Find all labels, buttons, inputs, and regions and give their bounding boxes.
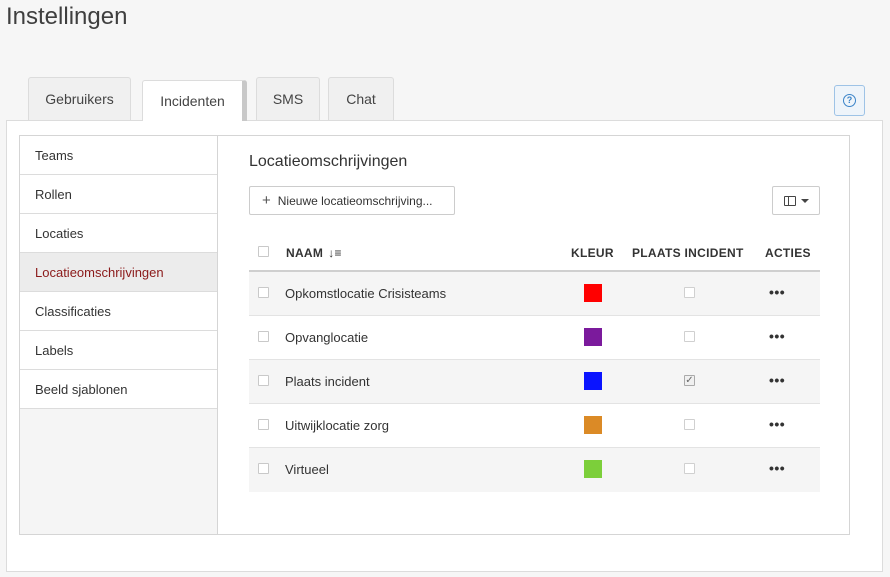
row-select-checkbox[interactable]	[258, 419, 269, 430]
sidebar-item-classificaties[interactable]: Classificaties	[20, 292, 217, 331]
table-row[interactable]: Opvanglocatie •••	[249, 316, 820, 360]
columns-dropdown-button[interactable]	[772, 186, 820, 215]
sidebar-item-rollen[interactable]: Rollen	[20, 175, 217, 214]
table-body: Opkomstlocatie Crisisteams ••• Opvanglocat…	[249, 272, 820, 492]
tab-chat[interactable]: Chat	[328, 77, 394, 120]
column-header-name[interactable]: NAAM ↓≡	[286, 246, 342, 260]
sidebar-item-locaties[interactable]: Locaties	[20, 214, 217, 253]
column-header-actions: ACTIES	[765, 246, 811, 260]
table-row[interactable]: Plaats incident ✓ •••	[249, 360, 820, 404]
more-actions-icon[interactable]: •••	[769, 328, 785, 344]
more-actions-icon[interactable]: •••	[769, 372, 785, 388]
row-name: Virtueel	[285, 462, 329, 477]
column-header-name-label: NAAM	[286, 246, 324, 260]
sidebar-item-locatieomschrijvingen[interactable]: Locatieomschrijvingen	[20, 253, 217, 292]
tab-incidenten[interactable]: Incidenten	[142, 80, 247, 121]
table-row[interactable]: Opkomstlocatie Crisisteams •••	[249, 272, 820, 316]
column-header-color: KLEUR	[571, 246, 614, 260]
more-actions-icon[interactable]: •••	[769, 416, 785, 432]
incident-location-checkbox	[684, 419, 695, 430]
sort-alpha-icon[interactable]: ↓≡	[328, 246, 342, 260]
new-button-label: Nieuwe locatieomschrijving...	[277, 193, 433, 208]
section-title: Locatieomschrijvingen	[249, 153, 408, 170]
caret-down-icon	[800, 198, 809, 203]
more-actions-icon[interactable]: •••	[769, 460, 785, 476]
sidebar-item-teams[interactable]: Teams	[20, 136, 217, 175]
row-select-checkbox[interactable]	[258, 287, 269, 298]
color-swatch	[584, 284, 602, 302]
row-name: Opkomstlocatie Crisisteams	[285, 286, 447, 301]
color-swatch	[584, 328, 602, 346]
page-title: Instellingen	[6, 3, 128, 30]
settings-panel: Teams Rollen Locaties Locatieomschrijvin…	[19, 135, 850, 535]
incident-location-checkbox: ✓	[684, 375, 695, 386]
color-swatch	[584, 372, 602, 390]
incident-location-checkbox	[684, 463, 695, 474]
tab-gebruikers[interactable]: Gebruikers	[28, 77, 131, 120]
table-header: NAAM ↓≡ KLEUR PLAATS INCIDENT ACTIES	[249, 234, 820, 272]
color-swatch	[584, 460, 602, 478]
row-name: Opvanglocatie	[285, 330, 369, 345]
row-name: Plaats incident	[285, 374, 370, 389]
row-select-checkbox[interactable]	[258, 331, 269, 342]
incident-location-checkbox	[684, 331, 695, 342]
row-select-checkbox[interactable]	[258, 375, 269, 386]
sidebar: Teams Rollen Locaties Locatieomschrijvin…	[20, 136, 218, 534]
sidebar-item-beeld-sjablonen[interactable]: Beeld sjablonen	[20, 370, 217, 409]
columns-icon	[783, 195, 796, 206]
incident-location-checkbox	[684, 287, 695, 298]
help-button[interactable]: ?	[834, 85, 865, 116]
tab-sms[interactable]: SMS	[256, 77, 320, 120]
plus-icon: +	[262, 192, 271, 209]
row-name: Uitwijklocatie zorg	[285, 418, 390, 433]
select-all-checkbox[interactable]	[258, 246, 269, 257]
sidebar-item-labels[interactable]: Labels	[20, 331, 217, 370]
main-content: Locatieomschrijvingen + Nieuwe locatieom…	[249, 136, 820, 534]
question-icon: ?	[843, 94, 856, 107]
row-select-checkbox[interactable]	[258, 463, 269, 474]
new-location-description-button[interactable]: + Nieuwe locatieomschrijving...	[249, 186, 455, 215]
location-description-table: NAAM ↓≡ KLEUR PLAATS INCIDENT ACTIES Opko…	[249, 234, 820, 492]
table-row[interactable]: Uitwijklocatie zorg •••	[249, 404, 820, 448]
table-row[interactable]: Virtueel •••	[249, 448, 820, 492]
color-swatch	[584, 416, 602, 434]
column-header-incident: PLAATS INCIDENT	[632, 246, 744, 260]
more-actions-icon[interactable]: •••	[769, 284, 785, 300]
